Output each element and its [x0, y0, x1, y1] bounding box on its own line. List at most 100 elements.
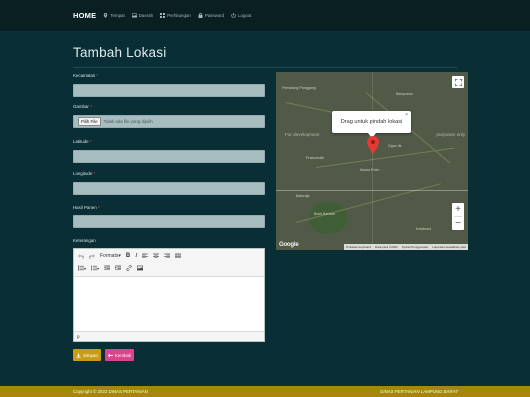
map-marker-pin-icon[interactable] [367, 136, 379, 154]
redo-icon [89, 254, 95, 259]
zoom-out-button[interactable]: − [452, 217, 464, 230]
image-icon [137, 265, 144, 271]
attribution-keyboard[interactable]: Pintasan keyboard [346, 245, 371, 249]
page-footer: Copyright © 2022 DINAS PERTANIAN DINAS P… [0, 386, 530, 397]
zoom-in-button[interactable]: + [452, 203, 464, 216]
kecamatan-label: Kecamatan * [73, 73, 98, 78]
navbar-menu: HOME Tempat Daerah Perhitungan Password … [73, 0, 252, 31]
title-divider [73, 67, 457, 68]
required-mark: * [97, 205, 100, 210]
back-button-label: Kembali [115, 352, 131, 358]
editor-status-bar: p [74, 331, 264, 341]
link-button[interactable] [126, 265, 132, 271]
align-right-button[interactable] [164, 253, 171, 259]
keterangan-label: Keterangan [73, 238, 96, 243]
gambar-file-input[interactable]: Pilih File Tidak ada file yang dipilih [73, 115, 265, 128]
bold-icon: B [125, 253, 131, 259]
map-place-label: Kotabumi [416, 227, 432, 231]
nav-item-logout[interactable]: Logout [231, 13, 252, 18]
lock-icon [198, 13, 203, 18]
editor-toolbar-row: Formats ▾ B I [78, 253, 182, 259]
map-place-label: Pematang Panggang [282, 86, 316, 90]
formats-label: Formats [100, 253, 119, 259]
editor-toolbar-row: ▾ ▾ [78, 265, 144, 271]
arrow-left-icon [108, 353, 113, 357]
tooltip-close-icon[interactable]: × [405, 112, 408, 118]
keterangan-editor: Formats ▾ B I ▾ ▾ p [73, 248, 265, 342]
map-zoom-control: + − [452, 203, 464, 230]
location-map[interactable]: Pematang Panggang Banyuasin Ogan Ilir Pr… [276, 72, 468, 250]
map-attribution: Pintasan keyboard Data peta ©2022 Syarat… [344, 244, 468, 250]
page-title: Tambah Lokasi [73, 45, 167, 60]
gambar-label-text: Gambar [73, 104, 89, 109]
caret-down-icon: ▾ [97, 265, 100, 271]
map-place-label: Baturaja [296, 194, 310, 198]
caret-down-icon: ▾ [84, 265, 87, 271]
save-button[interactable]: Simpan [73, 349, 101, 361]
hasil-panen-label-text: Hasil Panen [73, 205, 97, 210]
attribution-terms[interactable]: Syarat Penggunaan [402, 245, 429, 249]
align-left-button[interactable] [142, 253, 149, 259]
bullet-list-button[interactable]: ▾ [78, 265, 86, 271]
latitude-label-text: Latitude [73, 139, 89, 144]
map-marker-icon [104, 13, 108, 18]
nav-item-daerah[interactable]: Daerah [131, 13, 154, 18]
outdent-button[interactable] [104, 265, 111, 271]
longitude-input[interactable] [73, 182, 265, 195]
attribution-data: Data peta ©2022 [375, 245, 398, 249]
formats-dropdown[interactable]: Formats ▾ [100, 253, 121, 259]
nav-item-label: Perhitungan [167, 13, 191, 18]
editor-toolbar: Formats ▾ B I ▾ ▾ [74, 249, 264, 277]
file-status-text: Tidak ada file yang dipilih [103, 119, 153, 124]
undo-icon [78, 254, 84, 259]
map-dev-text-right: purposes only [436, 132, 465, 137]
latitude-input[interactable] [73, 150, 265, 163]
image-icon [131, 13, 137, 18]
required-mark: * [96, 73, 99, 78]
map-place-label: Prabumulih [306, 156, 325, 160]
power-icon [231, 13, 236, 18]
top-navbar: HOME Tempat Daerah Perhitungan Password … [0, 0, 530, 31]
kecamatan-select[interactable] [73, 84, 265, 97]
italic-icon: I [135, 253, 138, 259]
indent-icon [115, 265, 122, 270]
map-grid-line [372, 72, 373, 250]
link-icon [126, 265, 132, 271]
caret-down-icon: ▾ [118, 253, 121, 259]
drag-tooltip-text: Drag untuk pindah lokasi [340, 119, 403, 125]
footer-copyright: Copyright © 2022 DINAS PERTANIAN [73, 389, 148, 394]
indent-button[interactable] [115, 265, 122, 271]
map-place-label: Muara Enim [360, 168, 380, 172]
hasil-panen-input[interactable] [73, 215, 265, 228]
google-logo: Google [279, 242, 299, 248]
nav-item-label: Daerah [138, 13, 154, 18]
italic-button[interactable]: I [135, 253, 137, 259]
align-justify-button[interactable] [175, 253, 182, 259]
map-place-label: Bukit Barisan [314, 212, 336, 216]
footer-organization: DINAS PERTANIAN LAMPUNG BARAT [380, 389, 458, 394]
nav-item-label: Logout [238, 13, 252, 18]
back-button[interactable]: Kembali [105, 349, 134, 361]
undo-button[interactable] [78, 253, 84, 259]
save-button-label: Simpan [83, 352, 98, 358]
nav-home-link[interactable]: HOME [73, 11, 96, 20]
map-fullscreen-button[interactable] [452, 76, 464, 88]
gambar-label: Gambar * [73, 104, 92, 109]
bold-button[interactable]: B [126, 253, 130, 259]
fullscreen-icon [454, 78, 462, 86]
map-place-label: Banyuasin [396, 92, 413, 96]
required-mark: * [89, 139, 92, 144]
numbered-list-button[interactable]: ▾ [91, 265, 99, 271]
map-dev-text-left: For development [285, 132, 320, 137]
nav-item-tempat[interactable]: Tempat [103, 13, 125, 18]
nav-item-perhitungan[interactable]: Perhitungan [160, 13, 191, 18]
align-center-button[interactable] [153, 253, 160, 259]
main-content: Tambah Lokasi Kecamatan * Gambar * Pilih… [0, 31, 530, 386]
attribution-report[interactable]: Laporkan kesalahan peta [432, 245, 466, 249]
nav-item-password[interactable]: Password [198, 13, 224, 18]
hasil-panen-label: Hasil Panen * [73, 205, 100, 210]
image-button[interactable] [137, 265, 144, 271]
choose-file-button[interactable]: Pilih File [78, 117, 101, 126]
redo-button[interactable] [89, 253, 95, 259]
map-place-label: Ogan Ilir [388, 144, 402, 148]
